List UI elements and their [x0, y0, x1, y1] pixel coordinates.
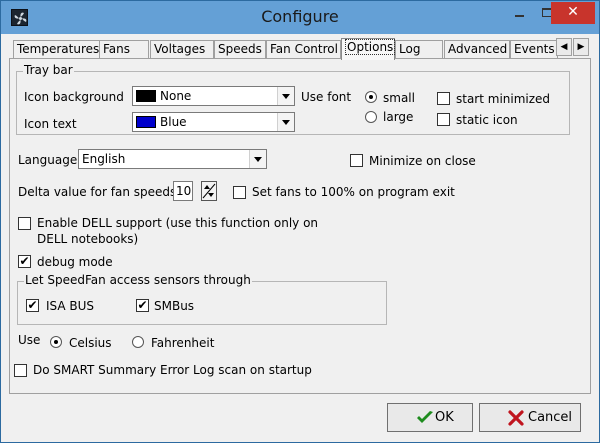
font-small-radio[interactable] [365, 91, 377, 103]
ok-label: OK [435, 410, 454, 425]
font-large-radio[interactable] [365, 111, 377, 123]
icon-background-label: Icon background [24, 90, 124, 104]
chevron-down-icon[interactable] [277, 87, 294, 105]
static-icon-label: static icon [456, 113, 518, 127]
enable-dell-label-line2: DELL notebooks) [37, 232, 139, 246]
set-fans-100-label: Set fans to 100% on program exit [252, 185, 455, 199]
chevron-left-icon: ◀ [560, 42, 568, 52]
minimize-on-close-label: Minimize on close [369, 154, 476, 168]
chevron-down-icon[interactable] [277, 113, 294, 131]
start-minimized-checkbox[interactable] [437, 92, 450, 105]
tab-fans[interactable]: Fans [99, 40, 149, 59]
minimize-icon [515, 15, 524, 17]
checkmark-icon: ✔ [137, 298, 148, 312]
delta-spin-button[interactable] [201, 181, 217, 201]
tab-events[interactable]: Events [510, 40, 558, 59]
celsius-radio[interactable] [50, 336, 62, 348]
minimize-on-close-checkbox[interactable] [350, 154, 363, 167]
configure-window: Configure ✕ Temperatures Fans Voltages S… [0, 0, 600, 443]
tab-voltages[interactable]: Voltages [150, 40, 214, 59]
x-icon [508, 410, 524, 426]
font-large-label: large [383, 110, 414, 124]
static-icon-checkbox[interactable] [437, 113, 450, 126]
chevron-right-icon: ▶ [577, 42, 585, 52]
close-button[interactable]: ✕ [551, 2, 595, 24]
tab-log[interactable]: Log [395, 40, 443, 59]
smart-scan-label: Do SMART Summary Error Log scan on start… [33, 363, 312, 377]
isa-bus-label: ISA BUS [46, 299, 95, 313]
fahrenheit-label: Fahrenheit [151, 336, 215, 350]
checkmark-icon [417, 411, 433, 423]
icon-text-value: Blue [160, 115, 187, 129]
debug-mode-label: debug mode [37, 255, 113, 269]
sensors-group-label: Let SpeedFan access sensors through [24, 273, 252, 287]
celsius-label: Celsius [69, 336, 112, 350]
tray-bar-group-label: Tray bar [23, 63, 74, 77]
icon-background-value: None [160, 89, 192, 103]
cancel-label: Cancel [528, 410, 573, 425]
tab-scroll-left-button[interactable]: ◀ [556, 38, 572, 56]
options-panel: Tray bar Icon background None Use font s… [9, 58, 591, 394]
smbus-label: SMBus [154, 299, 195, 313]
set-fans-100-checkbox[interactable] [233, 186, 246, 199]
tab-advanced[interactable]: Advanced [444, 40, 510, 59]
chevron-down-icon[interactable] [249, 150, 266, 168]
use-font-label: Use font [301, 90, 352, 104]
checkmark-icon: ✔ [27, 298, 38, 312]
title-bar[interactable]: Configure ✕ [1, 1, 599, 34]
start-minimized-label: start minimized [456, 92, 551, 106]
language-label: Language [18, 153, 78, 167]
tab-scroll-right-button[interactable]: ▶ [573, 38, 589, 56]
font-small-label: small [383, 91, 415, 105]
smbus-checkbox[interactable]: ✔ [136, 299, 149, 312]
checkmark-icon: ✔ [19, 254, 30, 268]
icon-background-swatch [136, 90, 156, 102]
enable-dell-label-line1: Enable DELL support (use this function o… [37, 216, 319, 230]
icon-text-swatch [136, 116, 156, 128]
tab-options-label: Options [345, 39, 396, 55]
icon-text-select[interactable]: Blue [132, 112, 295, 132]
language-select[interactable]: English [78, 149, 267, 169]
tab-fan-control[interactable]: Fan Control [266, 40, 341, 59]
language-value: English [82, 152, 126, 166]
icon-background-select[interactable]: None [132, 86, 295, 106]
smart-scan-checkbox[interactable] [14, 364, 27, 377]
minimize-button[interactable] [506, 2, 533, 24]
cancel-button[interactable]: Cancel [479, 403, 581, 432]
close-icon: ✕ [567, 4, 579, 20]
debug-mode-checkbox[interactable]: ✔ [18, 255, 31, 268]
units-use-label: Use [18, 333, 41, 347]
tab-speeds[interactable]: Speeds [214, 40, 266, 59]
fahrenheit-radio[interactable] [132, 336, 144, 348]
delta-input[interactable]: 10 [173, 181, 193, 201]
isa-bus-checkbox[interactable]: ✔ [26, 299, 39, 312]
tab-strip: Temperatures Fans Voltages Speeds Fan Co… [13, 38, 599, 60]
tab-options[interactable]: Options [341, 38, 396, 60]
delta-label: Delta value for fan speeds [18, 185, 177, 199]
tab-temperatures[interactable]: Temperatures [13, 40, 100, 59]
enable-dell-checkbox[interactable] [18, 217, 31, 230]
spin-arrows-icon [202, 183, 216, 199]
ok-button[interactable]: OK [387, 403, 473, 432]
icon-text-label: Icon text [24, 117, 77, 131]
